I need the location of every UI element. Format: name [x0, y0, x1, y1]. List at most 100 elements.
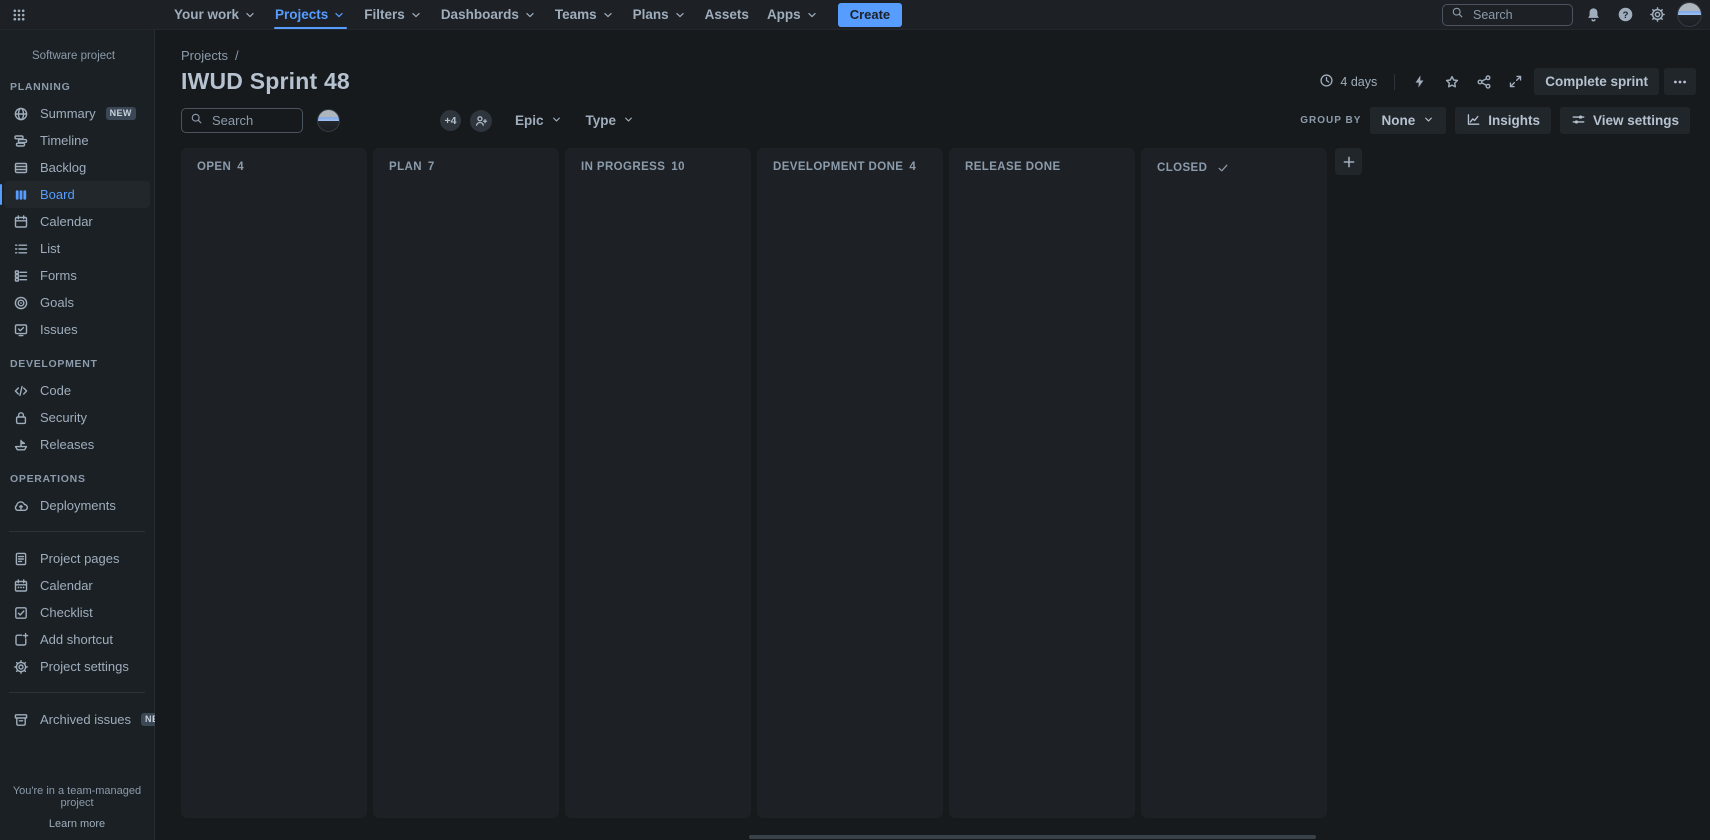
view-settings-button[interactable]: View settings: [1560, 107, 1690, 134]
breadcrumb-projects-link[interactable]: Projects: [181, 48, 228, 63]
epic-filter-dropdown[interactable]: Epic: [515, 113, 563, 129]
complete-sprint-button[interactable]: Complete sprint: [1534, 68, 1659, 95]
learn-more-link[interactable]: Learn more: [49, 818, 105, 830]
sidebar-item-project-pages[interactable]: Project pages: [4, 545, 150, 572]
sidebar-item-security[interactable]: Security: [4, 404, 150, 431]
sidebar-item-summary[interactable]: SummaryNEW: [4, 100, 150, 127]
more-actions-button[interactable]: [1664, 68, 1696, 95]
add-column-button[interactable]: [1335, 148, 1362, 175]
sidebar-section-title: PLANNING: [0, 79, 154, 100]
board-search-input[interactable]: [210, 112, 294, 129]
globe-icon: [12, 106, 30, 122]
expand-icon: [1508, 74, 1523, 89]
assignee-avatar[interactable]: [317, 109, 340, 132]
timeline-icon: [12, 133, 30, 149]
sidebar-item-releases[interactable]: Releases: [4, 431, 150, 458]
group-by-cluster: GROUP BY None Insights View settings: [1300, 107, 1690, 134]
sidebar-section: Project pages CalendarChecklistAdd shortc…: [0, 545, 154, 680]
create-button[interactable]: Create: [838, 3, 902, 27]
jira-app: Your workProjectsFiltersDashboardsTeamsP…: [0, 0, 1710, 840]
clock-icon: [1319, 73, 1334, 91]
epic-filter-label: Epic: [515, 113, 544, 128]
sidebar-item-list[interactable]: List: [4, 235, 150, 262]
sidebar-section: Archived issuesNEW: [0, 706, 154, 733]
add-person-icon[interactable]: [470, 110, 492, 132]
column-header: DEVELOPMENT DONE4: [773, 161, 927, 173]
nav-item-teams[interactable]: Teams: [546, 0, 624, 29]
chevron-down-icon: [673, 8, 687, 22]
archive-icon: [13, 712, 29, 728]
help-icon[interactable]: ?: [1613, 3, 1637, 27]
forms-icon: [13, 268, 29, 284]
chevron-down-icon: [332, 8, 346, 22]
sidebar-item-board[interactable]: Board: [4, 181, 150, 208]
code-icon: [12, 383, 30, 399]
board-search[interactable]: [181, 108, 303, 133]
sidebar-divider: [9, 692, 145, 693]
sidebar-item-issues[interactable]: Issues: [4, 316, 150, 343]
sprint-days-remaining[interactable]: 4 days: [1313, 73, 1383, 91]
gear-icon: [1649, 6, 1666, 23]
horizontal-scrollbar[interactable]: [749, 835, 1316, 839]
notifications-icon[interactable]: [1581, 3, 1605, 27]
nav-item-filters[interactable]: Filters: [355, 0, 432, 29]
nav-item-plans[interactable]: Plans: [624, 0, 696, 29]
fullscreen-icon[interactable]: [1502, 68, 1529, 95]
sidebar-banner: You're in a team-managed project Learn m…: [0, 785, 154, 830]
user-avatar[interactable]: [1677, 2, 1702, 27]
type-filter-dropdown[interactable]: Type: [586, 113, 636, 129]
app-switcher-icon[interactable]: [6, 2, 32, 28]
sidebar-item-checklist[interactable]: Checklist: [4, 599, 150, 626]
nav-item-label: Dashboards: [441, 7, 519, 22]
issues-icon: [12, 322, 30, 338]
assignee-overflow-badge[interactable]: +4: [440, 110, 461, 131]
sidebar-item-deployments[interactable]: Deployments: [4, 492, 150, 519]
nav-item-your-work[interactable]: Your work: [165, 0, 266, 29]
cloud-icon: [12, 498, 30, 514]
column-name: PLAN: [389, 161, 422, 173]
sidebar-navigation: PLANNINGSummaryNEWTimelineBacklogBoardCa…: [0, 79, 154, 733]
clock-icon: [1319, 73, 1334, 88]
sidebar-item-label: Issues: [40, 322, 78, 337]
sidebar-item-label: Project pages: [40, 551, 120, 566]
gear-icon: [12, 659, 30, 675]
sidebar-section-title: DEVELOPMENT: [0, 356, 154, 377]
sidebar-item-calendar[interactable]: Calendar: [4, 208, 150, 235]
gear-icon: [13, 659, 29, 675]
column-count: 4: [237, 161, 244, 173]
settings-gear-icon[interactable]: [1645, 3, 1669, 27]
team-managed-note: You're in a team-managed project: [0, 785, 154, 809]
global-search-input[interactable]: [1471, 7, 1564, 23]
nav-item-dashboards[interactable]: Dashboards: [432, 0, 546, 29]
global-search[interactable]: [1442, 4, 1573, 26]
page-title: IWUD Sprint 48: [181, 68, 350, 95]
sidebar-item-timeline[interactable]: Timeline: [4, 127, 150, 154]
nav-item-assets[interactable]: Assets: [696, 0, 758, 29]
search-icon: [190, 112, 203, 130]
chevron-down-icon: [409, 8, 423, 22]
sidebar-item-archived-issues[interactable]: Archived issuesNEW: [4, 706, 150, 733]
sidebar-item-forms[interactable]: Forms: [4, 262, 150, 289]
sidebar-item-label: Code: [40, 383, 71, 398]
sidebar-item-code[interactable]: Code: [4, 377, 150, 404]
ship-icon: [13, 437, 29, 453]
backlog-icon: [13, 160, 29, 176]
group-by-dropdown[interactable]: None: [1370, 107, 1446, 134]
sliders-icon: [1571, 112, 1586, 130]
sidebar-item-project-settings[interactable]: Project settings: [4, 653, 150, 680]
insights-chart-icon: [1466, 112, 1481, 130]
sidebar-item-calendar[interactable]: Calendar: [4, 572, 150, 599]
sidebar-item-goals[interactable]: Goals: [4, 289, 150, 316]
project-type-label: Software project: [0, 50, 154, 66]
nav-item-apps[interactable]: Apps: [758, 0, 828, 29]
sidebar-item-backlog[interactable]: Backlog: [4, 154, 150, 181]
insights-button[interactable]: Insights: [1455, 107, 1551, 134]
automation-lightning-icon[interactable]: [1406, 68, 1433, 95]
nav-item-projects[interactable]: Projects: [266, 0, 355, 29]
share-icon[interactable]: [1470, 68, 1497, 95]
star-favorite-icon[interactable]: [1438, 68, 1465, 95]
sidebar-item-add-shortcut[interactable]: Add shortcut: [4, 626, 150, 653]
calendar-dots-icon: [12, 578, 30, 594]
new-badge: NEW: [106, 107, 136, 120]
sidebar-item-label: Backlog: [40, 160, 86, 175]
